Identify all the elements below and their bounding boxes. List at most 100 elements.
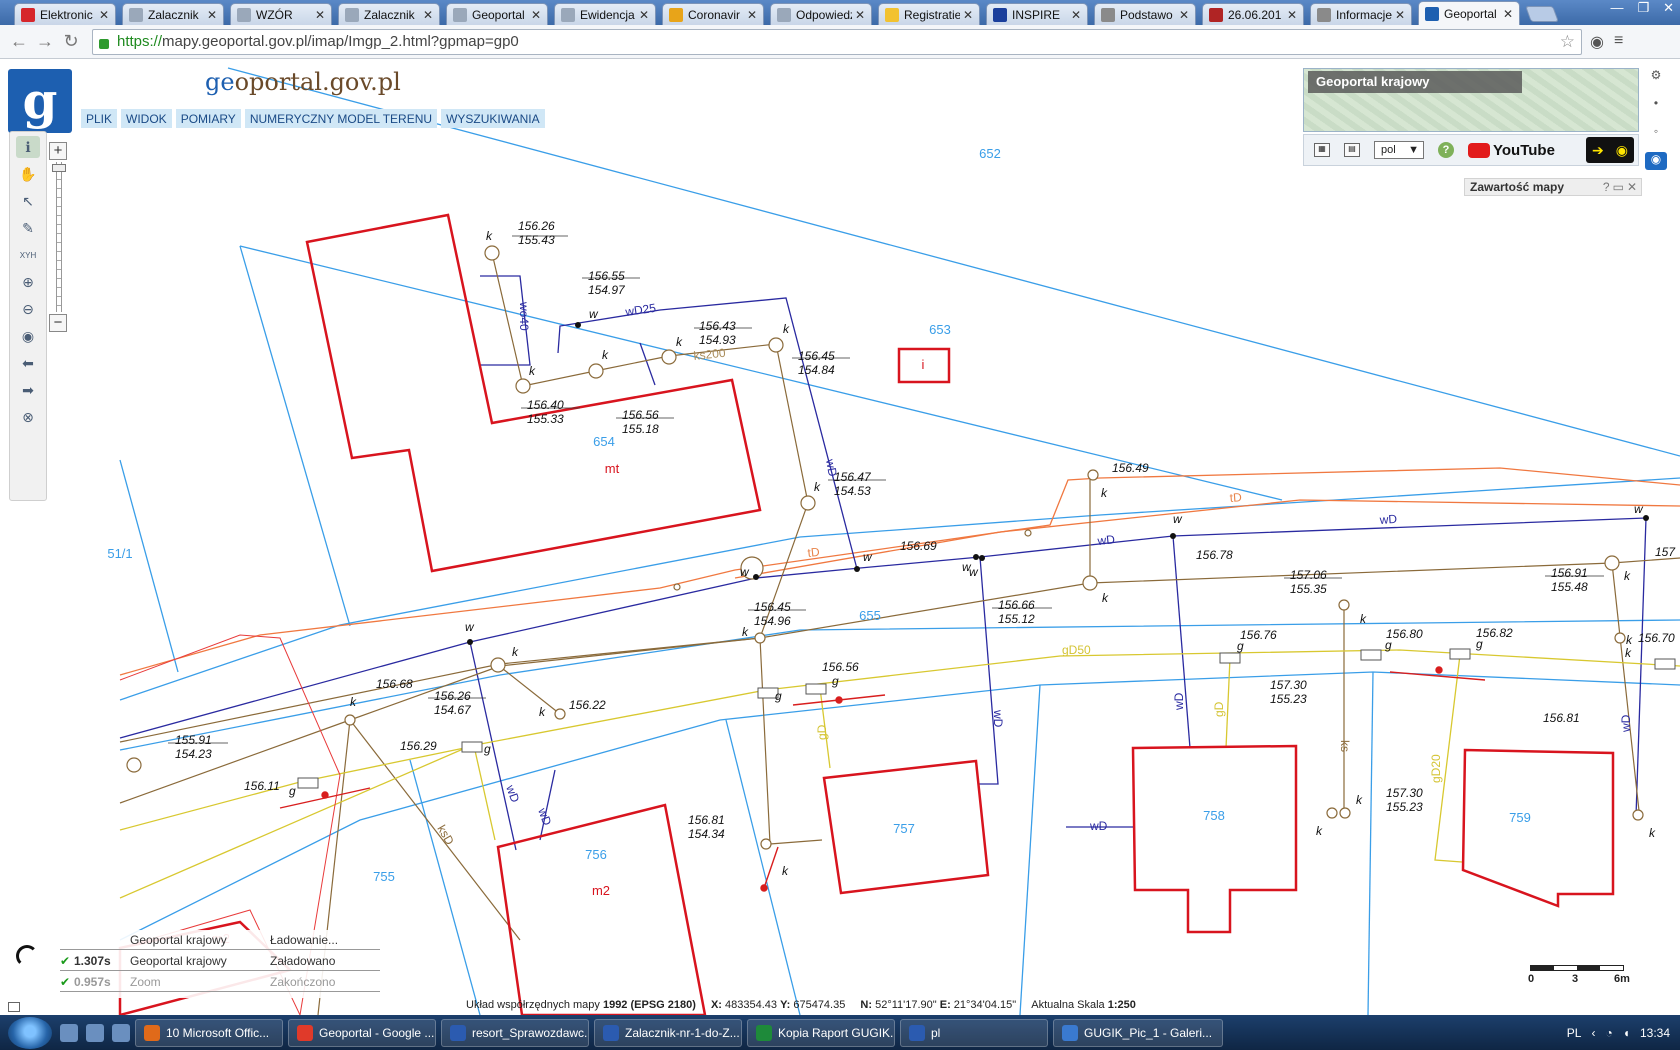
- explorer-icon[interactable]: [86, 1023, 104, 1042]
- browser-tab[interactable]: INSPIRE ✕: [986, 3, 1088, 25]
- browser-tab[interactable]: 26.06.201 ✕: [1202, 3, 1304, 25]
- taskbar-button[interactable]: 10 Microsoft Offic...: [135, 1018, 283, 1047]
- panel-help-icon[interactable]: ?: [1603, 180, 1610, 194]
- zoom-slider-handle[interactable]: [52, 164, 66, 172]
- zoom-out-button[interactable]: −: [49, 314, 67, 332]
- tab-close-icon[interactable]: ✕: [1287, 8, 1297, 22]
- network-icon[interactable]: ◔: [1605, 1026, 1612, 1040]
- taskbar-button[interactable]: GUGIK_Pic_1 - Galeri...: [1053, 1018, 1223, 1047]
- zoom-in-button[interactable]: +: [49, 142, 67, 160]
- tab-close-icon[interactable]: ✕: [207, 8, 217, 22]
- volume-icon[interactable]: ◖: [1623, 1026, 1630, 1040]
- browser-tab[interactable]: Informacje ✕: [1310, 3, 1412, 25]
- tray-arrow-icon[interactable]: ‹: [1591, 1026, 1595, 1040]
- maximize-icon[interactable]: ❐: [1637, 0, 1649, 16]
- browser-tab[interactable]: Zalacznik ✕: [122, 3, 224, 25]
- language-select[interactable]: pol ▼: [1374, 141, 1424, 159]
- tab-close-icon[interactable]: ✕: [423, 8, 433, 22]
- map-canvas[interactable]: 65265365465551/1756757758759755 mtim2m2 …: [0, 60, 1680, 1015]
- browser-tab[interactable]: Podstawo ✕: [1094, 3, 1196, 25]
- back-arrow-icon[interactable]: ⬅: [16, 352, 40, 374]
- taskbar-button[interactable]: resort_Sprawozdawc...: [441, 1018, 589, 1047]
- browser-tab[interactable]: Geoportal ✕: [446, 3, 548, 25]
- bookmark-star-icon[interactable]: ☆: [1560, 32, 1575, 52]
- show-desktop-icon[interactable]: [60, 1023, 78, 1042]
- pencil-icon[interactable]: ✎: [16, 217, 40, 239]
- symbol-label: k: [539, 705, 546, 719]
- tab-close-icon[interactable]: ✕: [1071, 8, 1081, 22]
- close-window-icon[interactable]: ✕: [1663, 0, 1674, 16]
- browser-tab[interactable]: Coronavir ✕: [662, 3, 764, 25]
- layers-panel-header[interactable]: Zawartość mapy ? ▭ ✕: [1464, 178, 1642, 196]
- tab-close-icon[interactable]: ✕: [1503, 7, 1513, 21]
- accessibility-toggle[interactable]: ➔ ◉: [1586, 137, 1634, 163]
- e-label: E:: [939, 999, 951, 1011]
- grid-icon[interactable]: ▦: [1314, 143, 1330, 157]
- browser-tab[interactable]: Registratie ✕: [878, 3, 980, 25]
- new-tab-button[interactable]: [1525, 6, 1559, 22]
- tab-close-icon[interactable]: ✕: [639, 8, 649, 22]
- taskbar-button[interactable]: pl: [900, 1018, 1048, 1047]
- expand-icon[interactable]: [8, 1002, 20, 1012]
- zoom-in-icon[interactable]: ⊕: [16, 271, 40, 293]
- small-eye-icon[interactable]: ◦: [1654, 124, 1658, 138]
- menu-wyszukiwania[interactable]: WYSZUKIWANIA: [441, 109, 545, 128]
- tab-close-icon[interactable]: ✕: [531, 8, 541, 22]
- url-text[interactable]: https://mapy.geoportal.gov.pl/imap/Imgp_…: [117, 33, 519, 50]
- taskbar-button[interactable]: Geoportal - Google ...: [288, 1018, 436, 1047]
- forward-arrow-icon[interactable]: ➡: [16, 379, 40, 401]
- tab-close-icon[interactable]: ✕: [855, 8, 865, 22]
- tray-language[interactable]: PL: [1567, 1026, 1582, 1040]
- forward-icon[interactable]: →: [34, 31, 56, 53]
- building-756: [496, 803, 707, 1015]
- blue-eye-icon[interactable]: ◉: [1645, 152, 1667, 170]
- tray-clock[interactable]: 13:34: [1640, 1026, 1670, 1040]
- geoportal-logo[interactable]: g: [8, 69, 72, 133]
- address-bar[interactable]: https://mapy.geoportal.gov.pl/imap/Imgp_…: [92, 28, 1582, 55]
- start-button[interactable]: [8, 1016, 52, 1049]
- browser-tab[interactable]: Elektronic ✕: [14, 3, 116, 25]
- xyh-icon[interactable]: XYH: [16, 244, 40, 266]
- zoom-slider[interactable]: [52, 162, 66, 312]
- panel-restore-icon[interactable]: ▭: [1613, 180, 1624, 194]
- info-icon[interactable]: ℹ: [16, 136, 40, 158]
- reload-icon[interactable]: ↻: [60, 31, 82, 53]
- browser-tab[interactable]: Odpowiedź ✕: [770, 3, 872, 25]
- dot-icon[interactable]: •: [1654, 96, 1658, 110]
- tab-close-icon[interactable]: ✕: [1395, 8, 1405, 22]
- firefox-icon[interactable]: [112, 1023, 130, 1042]
- taskbar-button[interactable]: Kopia Raport GUGIK...: [747, 1018, 895, 1047]
- browser-tab[interactable]: Ewidencja ✕: [554, 3, 656, 25]
- panel-close-icon[interactable]: ✕: [1627, 180, 1637, 194]
- help-icon[interactable]: ?: [1438, 142, 1454, 158]
- tab-close-icon[interactable]: ✕: [747, 8, 757, 22]
- menu-nmt[interactable]: NUMERYCZNY MODEL TERENU: [244, 109, 438, 128]
- wms-icon[interactable]: ▤: [1344, 143, 1360, 157]
- browser-tab[interactable]: WZÓR ✕: [230, 3, 332, 25]
- extension-globe-icon[interactable]: ◉: [1590, 32, 1604, 52]
- pan-hand-icon[interactable]: ✋: [16, 163, 40, 185]
- tab-close-icon[interactable]: ✕: [315, 8, 325, 22]
- browser-tab[interactable]: Zalacznik ✕: [338, 3, 440, 25]
- tab-close-icon[interactable]: ✕: [963, 8, 973, 22]
- browser-tab[interactable]: Geoportal ✕: [1418, 1, 1520, 25]
- menu-icon[interactable]: ≡: [1614, 32, 1623, 52]
- tab-close-icon[interactable]: ✕: [99, 8, 109, 22]
- zoom-out-icon[interactable]: ⊖: [16, 298, 40, 320]
- taskbar-button[interactable]: Zalacznik-nr-1-do-Z...: [594, 1018, 742, 1047]
- minimize-icon[interactable]: —: [1610, 0, 1623, 16]
- stop-icon[interactable]: ⊗: [16, 406, 40, 428]
- settings-gear-icon[interactable]: ⚙: [1651, 68, 1662, 82]
- menu-plik[interactable]: PLIK: [81, 109, 118, 128]
- back-icon[interactable]: ←: [8, 31, 30, 53]
- menu-pomiary[interactable]: POMIARY: [175, 109, 241, 128]
- select-arrow-icon[interactable]: ↖: [16, 190, 40, 212]
- tab-close-icon[interactable]: ✕: [1179, 8, 1189, 22]
- log-time: 1.307s: [74, 953, 111, 968]
- globe-icon[interactable]: ◉: [16, 325, 40, 347]
- overview-map[interactable]: Geoportal krajowy: [1303, 68, 1639, 132]
- sewer-line: [497, 664, 561, 715]
- menu-widok[interactable]: WIDOK: [121, 109, 172, 128]
- youtube-link[interactable]: YouTube: [1468, 142, 1555, 159]
- log-row: ✔ 1.307s Geoportal krajowy Załadowano: [60, 951, 380, 971]
